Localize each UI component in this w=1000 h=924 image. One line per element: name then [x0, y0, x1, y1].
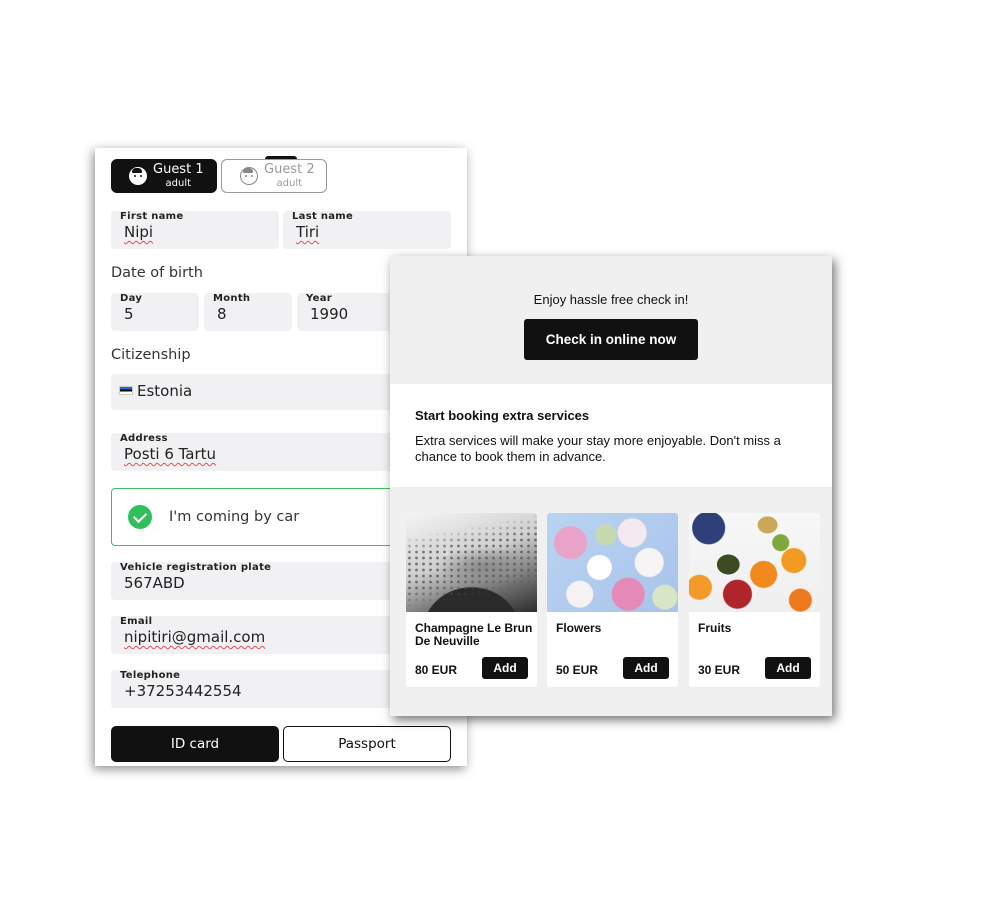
guest-type: adult	[165, 177, 192, 189]
product-price: 80 EUR	[415, 663, 458, 677]
telephone-label: Telephone	[120, 670, 181, 681]
champagne-image	[406, 513, 537, 612]
product-price: 30 EUR	[698, 663, 741, 677]
guest-type: adult	[276, 177, 303, 189]
checkin-section: Enjoy hassle free check in! Check in onl…	[390, 256, 832, 384]
product-name: Champagne Le Brun De Neuville	[415, 621, 533, 648]
product-name: Fruits	[698, 621, 732, 635]
year-value: 1990	[310, 305, 349, 323]
add-flowers-button[interactable]: Add	[623, 657, 669, 679]
tab-guest-2[interactable]: Guest 2 adult	[221, 159, 327, 193]
year-label: Year	[306, 293, 332, 304]
fruits-image	[689, 513, 820, 612]
month-field[interactable]: Month 8	[204, 293, 292, 331]
check-in-online-button[interactable]: Check in online now	[524, 319, 698, 360]
estonia-flag-icon	[119, 386, 133, 395]
last-name-label: Last name	[292, 211, 354, 222]
tab-guest-1[interactable]: Guest 1 adult	[111, 159, 217, 193]
first-name-label: First name	[120, 211, 184, 222]
guest-avatar-icon	[240, 167, 258, 185]
passport-button[interactable]: Passport	[283, 726, 451, 762]
extras-description: Extra services will make your stay more …	[415, 433, 781, 464]
address-value: Posti 6 Tartu	[124, 445, 217, 463]
last-name-field[interactable]: Last name Tiri	[283, 211, 451, 249]
citizenship-section-label: Citizenship	[111, 347, 191, 363]
id-card-button[interactable]: ID card	[111, 726, 279, 762]
product-name: Flowers	[556, 621, 602, 635]
year-field[interactable]: Year 1990	[297, 293, 397, 331]
add-champagne-button[interactable]: Add	[482, 657, 528, 679]
checkin-extras-panel: Enjoy hassle free check in! Check in onl…	[390, 256, 832, 716]
vehicle-plate-value: 567ABD	[124, 574, 185, 592]
add-fruits-button[interactable]: Add	[765, 657, 811, 679]
guest-name: Guest 1	[153, 162, 204, 178]
dob-section-label: Date of birth	[111, 265, 203, 281]
product-card-fruits: Fruits 30 EUR Add	[689, 513, 820, 687]
last-name-value: Tiri	[296, 223, 320, 241]
flowers-image	[547, 513, 678, 612]
extras-products: Champagne Le Brun De Neuville 80 EUR Add…	[390, 487, 832, 716]
guest-name: Guest 2	[264, 162, 315, 178]
product-card-champagne: Champagne Le Brun De Neuville 80 EUR Add	[406, 513, 537, 687]
email-label: Email	[120, 616, 153, 627]
guest-avatar-icon	[129, 167, 147, 185]
day-label: Day	[120, 293, 143, 304]
day-value: 5	[124, 305, 134, 323]
address-label: Address	[120, 433, 168, 444]
month-value: 8	[217, 305, 227, 323]
extras-title: Start booking extra services	[415, 408, 590, 423]
checkin-text: Enjoy hassle free check in!	[533, 292, 689, 307]
first-name-value: Nipi	[124, 223, 154, 241]
citizenship-value: Estonia	[137, 382, 193, 400]
telephone-value: +37253442554	[124, 682, 242, 700]
citizenship-value-wrap: Estonia	[119, 382, 192, 400]
email-value: nipitiri@gmail.com	[124, 628, 266, 646]
coming-by-car-label: I'm coming by car	[169, 509, 300, 525]
first-name-field[interactable]: First name Nipi	[111, 211, 279, 249]
month-label: Month	[213, 293, 251, 304]
product-card-flowers: Flowers 50 EUR Add	[547, 513, 678, 687]
checkmark-icon	[128, 505, 152, 529]
vehicle-plate-label: Vehicle registration plate	[120, 562, 272, 573]
day-field[interactable]: Day 5	[111, 293, 199, 331]
product-price: 50 EUR	[556, 663, 599, 677]
